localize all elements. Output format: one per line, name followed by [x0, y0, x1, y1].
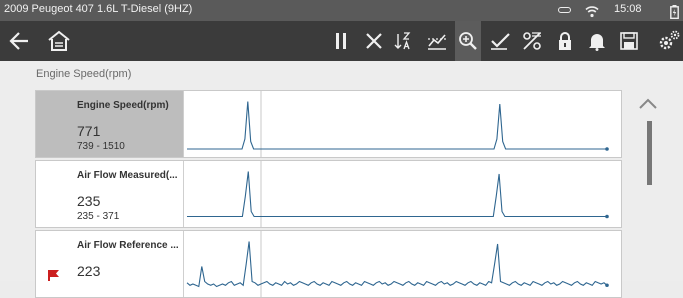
section-title: Engine Speed(rpm)	[36, 68, 132, 80]
save-icon[interactable]	[618, 21, 640, 61]
pid-label-area[interactable]: Engine Speed(rpm) 771 739 - 1510	[36, 91, 184, 157]
back-arrow-icon[interactable]	[6, 21, 32, 61]
pid-value: 771	[77, 123, 101, 139]
pid-name: Air Flow Measured(...	[77, 170, 178, 181]
sort-icon[interactable]	[392, 21, 416, 61]
scrollbar-thumb[interactable]	[647, 121, 652, 185]
pid-value: 235	[77, 193, 101, 209]
pid-name: Engine Speed(rpm)	[77, 100, 169, 111]
pid-graph-endpoint	[605, 214, 609, 219]
pid-range: 235 - 371	[77, 211, 120, 222]
pid-graph[interactable]	[185, 161, 621, 227]
pid-graph-line	[187, 101, 607, 150]
bell-icon[interactable]	[586, 21, 608, 61]
battery-icon	[558, 7, 571, 13]
pid-range: 739 - 1510	[77, 141, 125, 152]
pid-panel-engine-speed[interactable]: Engine Speed(rpm) 771 739 - 1510	[35, 90, 622, 158]
pid-graph-line	[187, 171, 607, 218]
settings-icon[interactable]	[656, 21, 682, 61]
toolbar	[0, 21, 683, 61]
trigger-icon[interactable]	[424, 21, 450, 61]
status-bar: 2009 Peugeot 407 1.6L T-Diesel (9HZ) 15:…	[0, 0, 683, 21]
pid-panel-air-flow-reference[interactable]: Air Flow Reference ... 223	[35, 230, 622, 298]
percent-icon[interactable]	[519, 21, 545, 61]
pid-value: 223	[77, 263, 101, 279]
vehicle-title: 2009 Peugeot 407 1.6L T-Diesel (9HZ)	[4, 3, 193, 15]
pid-graph[interactable]	[185, 91, 621, 157]
checkmark-icon[interactable]	[487, 21, 513, 61]
flag-icon	[48, 270, 59, 281]
lock-icon[interactable]	[554, 21, 576, 61]
scroll-up-icon[interactable]	[638, 98, 658, 110]
wifi-icon	[585, 3, 599, 22]
close-icon[interactable]	[362, 21, 386, 61]
pid-graph-endpoint	[605, 147, 609, 151]
pid-name: Air Flow Reference ...	[77, 240, 179, 251]
pause-icon[interactable]	[330, 21, 352, 61]
pid-graph-line	[186, 241, 608, 288]
pid-panel-air-flow-measured[interactable]: Air Flow Measured(... 235 235 - 371	[35, 160, 622, 228]
clock: 15:08	[614, 3, 642, 15]
pid-graph[interactable]	[185, 231, 621, 297]
content-area: Engine Speed(rpm) Engine Speed(rpm) 771 …	[0, 61, 683, 298]
pid-graph-endpoint	[605, 283, 609, 288]
pid-label-area[interactable]: Air Flow Measured(... 235 235 - 371	[36, 161, 184, 227]
zoom-icon[interactable]	[455, 21, 481, 61]
pid-label-area[interactable]: Air Flow Reference ... 223	[36, 231, 184, 297]
home-icon[interactable]	[46, 21, 72, 61]
